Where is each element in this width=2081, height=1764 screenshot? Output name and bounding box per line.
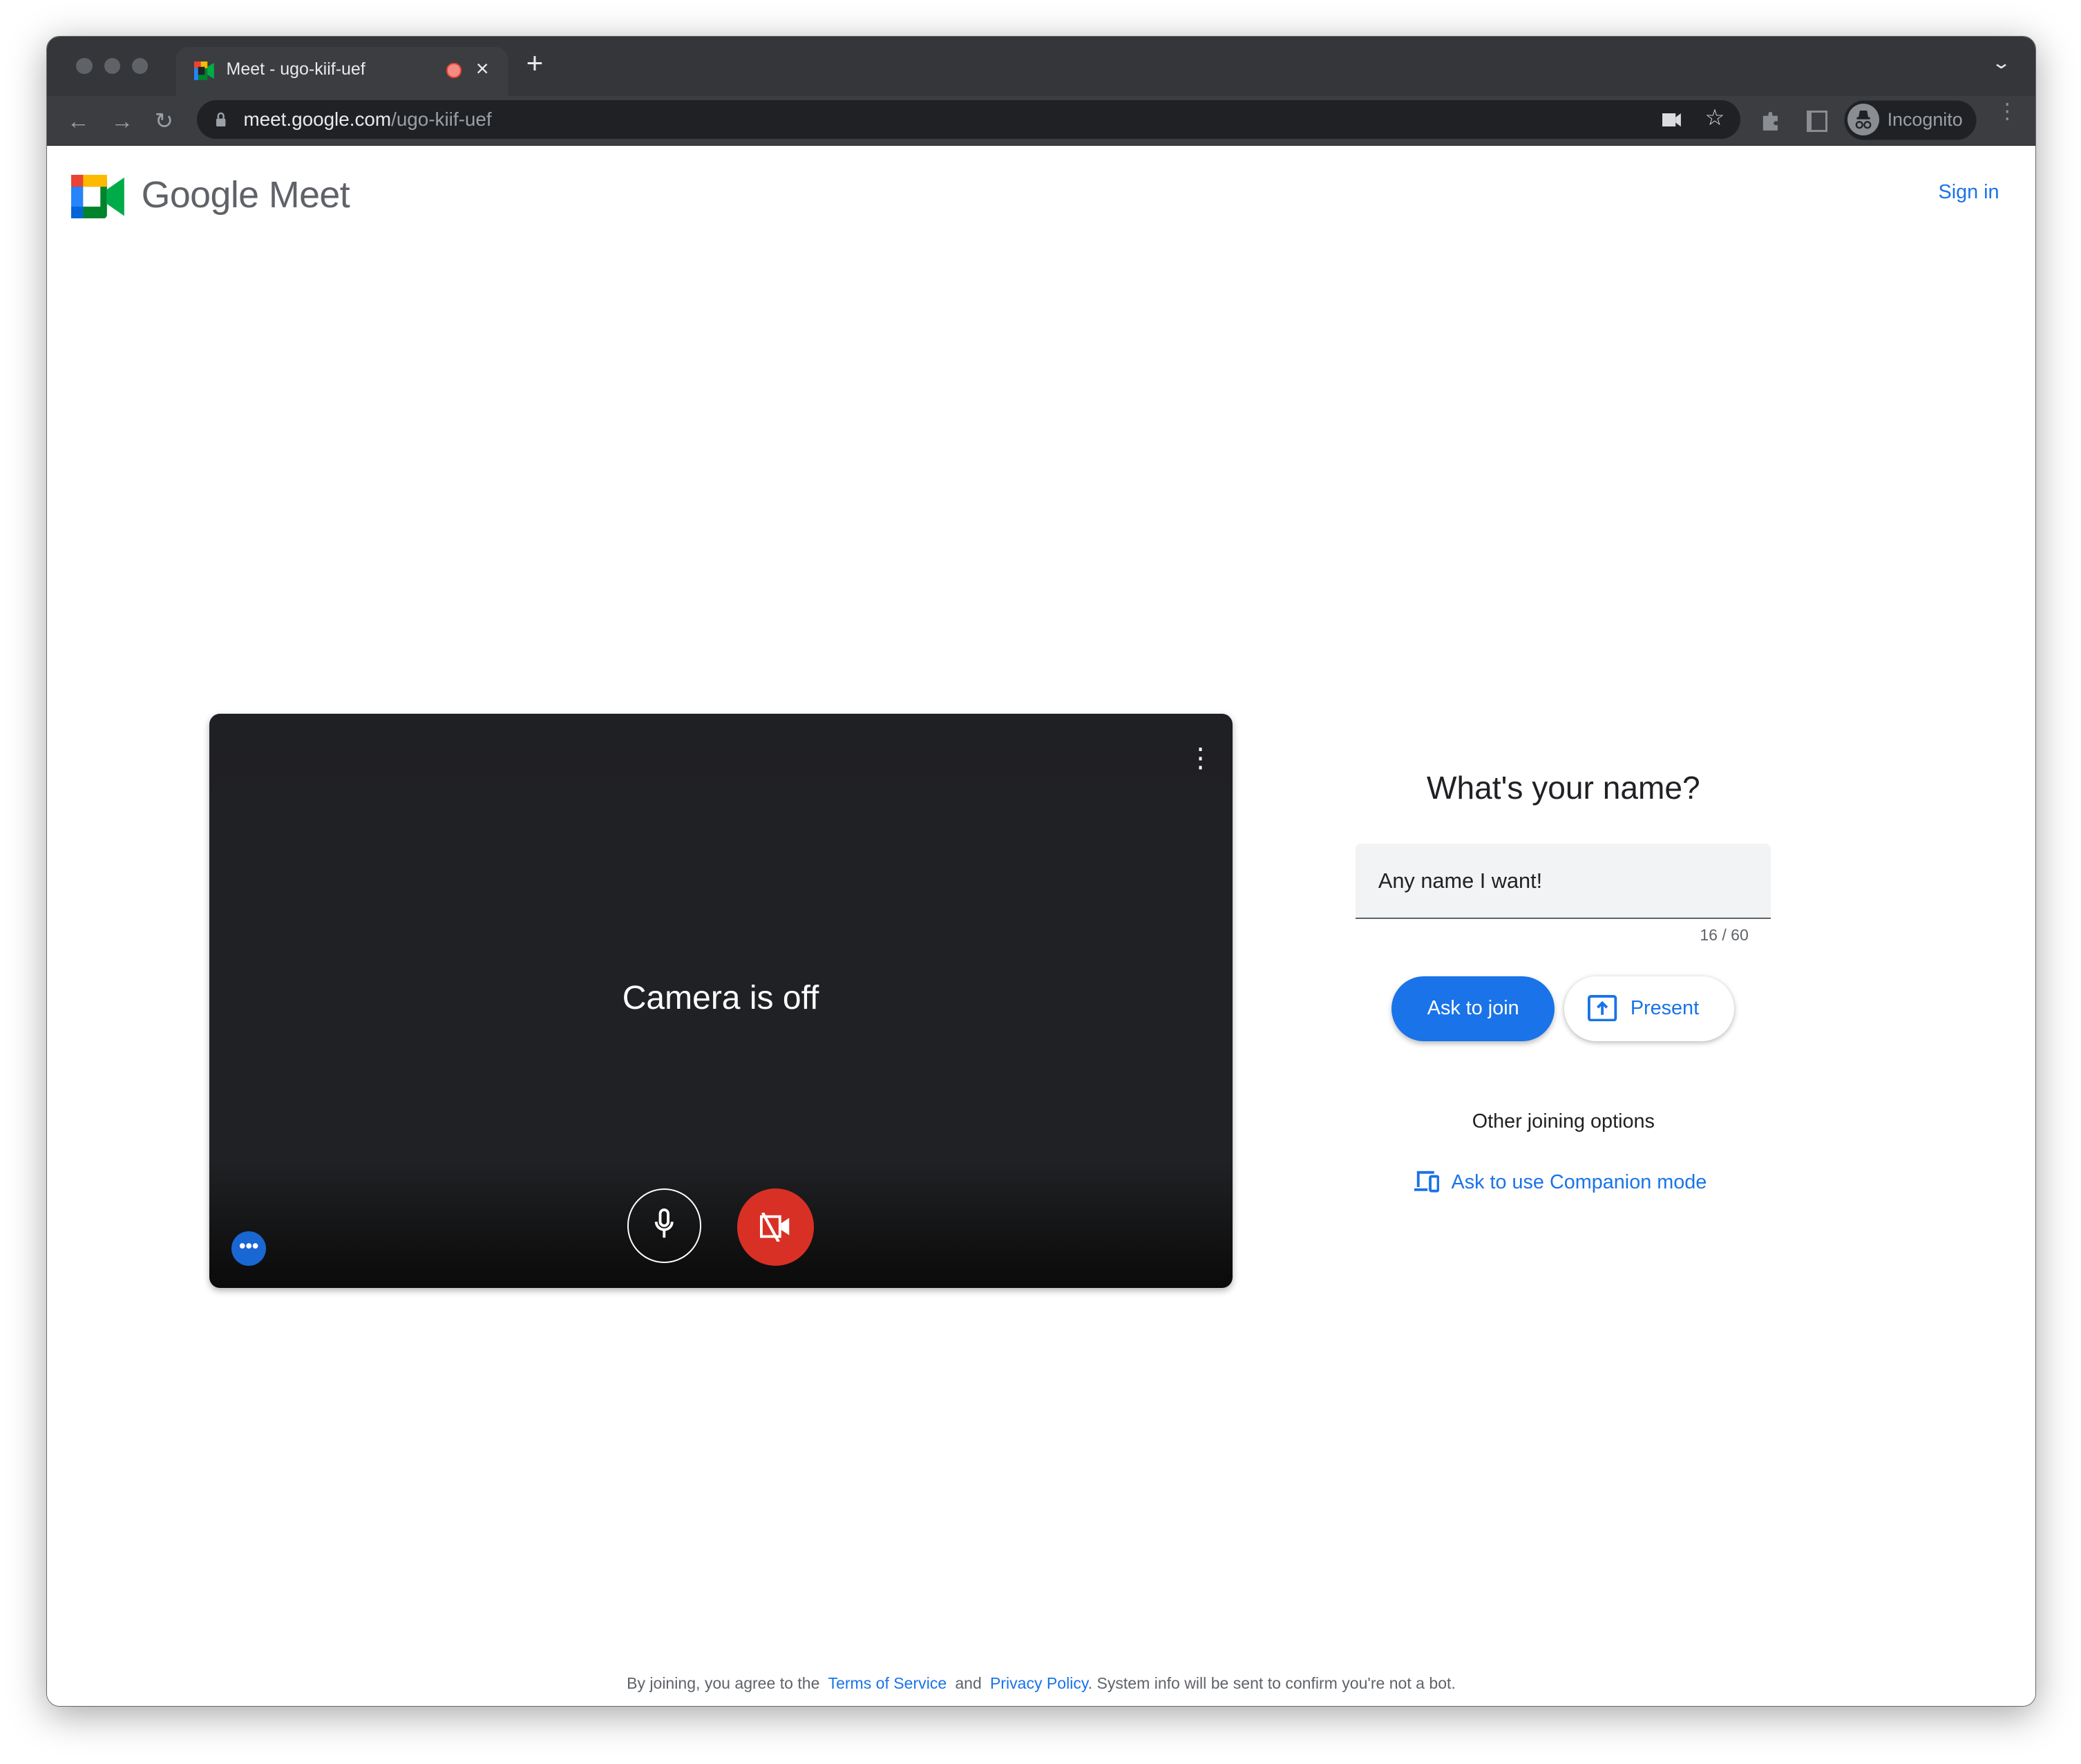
other-options-heading: Other joining options	[1472, 1110, 1655, 1132]
companion-mode-link[interactable]: Ask to use Companion mode	[1414, 1170, 1707, 1194]
tab-strip: Meet - ugo-kiif-uef × + ⌄	[47, 36, 2035, 97]
browser-menu-icon[interactable]: ⋮	[1997, 100, 2018, 122]
name-prompt-heading: What's your name?	[1427, 770, 1700, 806]
present-label: Present	[1630, 997, 1700, 1020]
camera-status-text: Camera is off	[622, 979, 819, 1016]
microphone-icon	[655, 1208, 674, 1238]
ellipsis-icon: •••	[239, 1235, 259, 1256]
footer-suffix: . System info will be sent to confirm yo…	[1087, 1674, 1456, 1693]
footer-disclaimer: By joining, you agree to the Terms of Se…	[47, 1674, 2035, 1693]
close-tab-icon[interactable]: ×	[476, 55, 489, 82]
url-path: /ugo-kiif-uef	[391, 108, 492, 130]
companion-device-icon	[1414, 1171, 1440, 1193]
sign-in-link[interactable]: Sign in	[1939, 181, 1999, 204]
maximize-window-button[interactable]	[132, 57, 149, 74]
tab-meet[interactable]: Meet - ugo-kiif-uef ×	[175, 47, 508, 97]
google-meet-wordmark: Google Meet	[141, 173, 350, 216]
forward-icon[interactable]: →	[111, 96, 133, 145]
incognito-icon	[1847, 103, 1880, 135]
character-counter: 16 / 60	[1700, 925, 1749, 944]
back-icon[interactable]: ←	[67, 96, 90, 145]
incognito-profile-button[interactable]: Incognito	[1844, 100, 1977, 140]
close-window-button[interactable]	[76, 57, 93, 74]
video-preview: ⋮ Camera is off •••	[209, 713, 1233, 1289]
footer-and: and	[955, 1674, 982, 1693]
camera-off-icon	[759, 1212, 789, 1242]
present-button[interactable]: Present	[1564, 976, 1734, 1041]
extensions-puzzle-icon[interactable]	[1760, 111, 1782, 132]
ask-to-join-button[interactable]: Ask to join	[1391, 976, 1555, 1041]
footer-prefix: By joining, you agree to the	[627, 1674, 820, 1693]
browser-window: Meet - ugo-kiif-uef × + ⌄ ← → ↻ meet.goo…	[46, 35, 2036, 1707]
terms-of-service-link[interactable]: Terms of Service	[828, 1674, 947, 1692]
profile-label: Incognito	[1887, 108, 1963, 130]
privacy-policy-link[interactable]: Privacy Policy	[990, 1674, 1088, 1692]
url-text: meet.google.com/ugo-kiif-uef	[243, 108, 491, 131]
microphone-toggle-button[interactable]	[627, 1188, 702, 1263]
bookmark-star-icon[interactable]: ☆	[1704, 104, 1724, 131]
reload-icon[interactable]: ↻	[155, 96, 173, 145]
meet-favicon-icon	[194, 61, 215, 81]
google-meet-logo-icon	[70, 174, 124, 218]
more-options-icon[interactable]: ⋮	[1187, 745, 1213, 772]
companion-mode-label: Ask to use Companion mode	[1451, 1171, 1707, 1194]
tab-title: Meet - ugo-kiif-uef	[226, 59, 365, 79]
camera-toggle-button[interactable]	[737, 1188, 815, 1266]
new-tab-icon[interactable]: +	[526, 47, 544, 80]
minimize-window-button[interactable]	[104, 57, 120, 74]
camera-in-use-icon[interactable]	[1662, 113, 1681, 127]
name-input-value: Any name I want!	[1378, 869, 1543, 893]
present-screen-icon	[1588, 994, 1617, 1022]
page-content: Google Meet Sign in ⋮ Camera is off ••• …	[47, 146, 2035, 1707]
side-panel-icon[interactable]	[1807, 111, 1827, 133]
url-domain: meet.google.com	[243, 108, 392, 130]
address-bar[interactable]: meet.google.com/ugo-kiif-uef ☆	[197, 100, 1741, 139]
toolbar: ← → ↻ meet.google.com/ugo-kiif-uef ☆ Inc…	[47, 96, 2035, 146]
recording-indicator-icon	[446, 63, 462, 78]
tab-search-chevron-icon[interactable]: ⌄	[1991, 53, 2011, 73]
effects-more-button[interactable]: •••	[231, 1231, 267, 1266]
lock-icon	[216, 113, 226, 127]
name-input[interactable]: Any name I want!	[1356, 843, 1771, 920]
